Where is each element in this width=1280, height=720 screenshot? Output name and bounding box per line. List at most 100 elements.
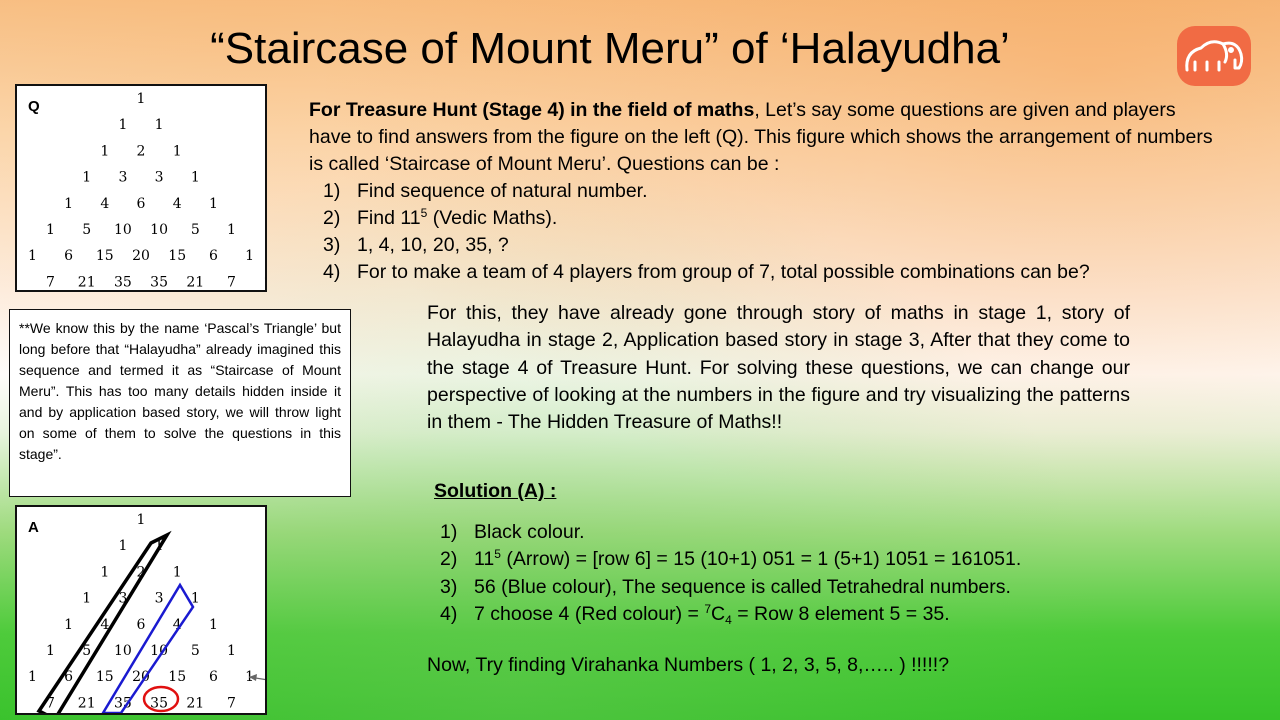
question-number: 2): [323, 207, 341, 229]
q-cell-r3-c3: 1: [173, 143, 182, 159]
a-cell-r1-c1: 1: [137, 512, 146, 528]
a-cell-r4-c3: 3: [155, 591, 164, 607]
answer-text: 7 choose 4 (Red colour) =: [474, 602, 705, 625]
q-cell-r7-c4: 20: [132, 248, 150, 264]
q-cell-r1-c1: 1: [137, 91, 146, 107]
q-cell-r8-c6: 21: [186, 274, 204, 290]
question-number: 4): [323, 261, 341, 283]
question-item: 1) Find sequence of natural number.: [309, 178, 1219, 205]
explanation-paragraph: For this, they have already gone through…: [427, 302, 1130, 434]
q-cell-r8-c3: 21: [78, 274, 96, 290]
a-cell-r8-c7: 7: [227, 695, 236, 711]
q-cell-r7-c1: 1: [28, 248, 37, 264]
question-item: 3) 1, 4, 10, 20, 35, ?: [309, 232, 1219, 259]
intro-paragraph: For Treasure Hunt (Stage 4) in the field…: [309, 97, 1219, 178]
a-cell-r7-c5: 15: [168, 669, 186, 685]
closing-line: Now, Try finding Virahanka Numbers ( 1, …: [427, 654, 950, 676]
a-cell-r8-c8: 1: [263, 695, 265, 711]
answer-number: 2): [440, 548, 458, 571]
answer-item: 3) 56 (Blue colour), The sequence is call…: [440, 574, 1160, 601]
q-cell-r8-c1: 1: [17, 274, 19, 290]
pascal-triangle-a: 1111211331146411510105116152015611721353…: [17, 512, 265, 713]
q-cell-r2-c1: 1: [118, 117, 127, 133]
a-cell-r4-c1: 1: [82, 591, 91, 607]
question-list: 1) Find sequence of natural number. 2) Fin…: [309, 178, 1219, 286]
slide-title: “Staircase of Mount Meru” of ‘Halayudha’: [210, 24, 1010, 73]
a-cell-r6-c6: 1: [227, 643, 236, 659]
a-cell-r7-c6: 6: [209, 669, 218, 685]
intro-block: For Treasure Hunt (Stage 4) in the field…: [309, 97, 1219, 286]
a-cell-r8-c1: 1: [17, 695, 19, 711]
q-cell-r6-c1: 1: [46, 222, 55, 238]
a-cell-r6-c5: 5: [191, 643, 200, 659]
elephant-logo: [1177, 26, 1251, 86]
q-cell-r3-c2: 2: [137, 143, 146, 159]
q-cell-r8-c4: 35: [114, 274, 132, 290]
q-cell-r6-c4: 10: [150, 222, 168, 238]
question-text: 1, 4, 10, 20, 35, ?: [357, 234, 509, 256]
q-cell-r8-c7: 7: [227, 274, 236, 290]
q-cell-r5-c5: 1: [209, 196, 218, 212]
question-text-tail: (Vedic Maths).: [427, 207, 558, 229]
figure-q: Q 11112113311464115101051161520156117213…: [15, 84, 267, 292]
answer-item: 4) 7 choose 4 (Red colour) = 7C4 = Row 8 …: [440, 601, 1160, 628]
a-cell-r6-c3: 10: [114, 643, 132, 659]
a-cell-r3-c1: 1: [100, 564, 109, 580]
question-item: 4) For to make a team of 4 players from g…: [309, 259, 1219, 286]
question-text: Find 11: [357, 207, 421, 229]
q-cell-r8-c8: 1: [263, 274, 265, 290]
q-cell-r4-c4: 1: [191, 170, 200, 186]
q-cell-r7-c6: 6: [209, 248, 218, 264]
question-number: 3): [323, 234, 341, 256]
answer-item: 2) 115 (Arrow) = [row 6] = 15 (10+1) 051 …: [440, 546, 1160, 573]
question-item: 2) Find 115 (Vedic Maths).: [309, 205, 1219, 232]
pascal-triangle-q: 1111211331146411510105116152015611721353…: [17, 91, 265, 290]
q-cell-r7-c3: 15: [96, 248, 114, 264]
question-text: Find sequence of natural number.: [357, 180, 648, 202]
a-cell-r3-c3: 1: [173, 564, 182, 580]
a-cell-r2-c1: 1: [118, 538, 127, 554]
q-cell-r5-c3: 6: [137, 196, 146, 212]
q-cell-r7-c7: 1: [245, 248, 254, 264]
q-cell-r6-c3: 10: [114, 222, 132, 238]
pascal-note: **We know this by the name ‘Pascal’s Tri…: [9, 309, 351, 497]
answer-superscript: 5: [494, 547, 501, 562]
answer-text: 11: [474, 548, 495, 571]
q-cell-r3-c1: 1: [100, 143, 109, 159]
a-cell-r5-c3: 6: [137, 617, 146, 633]
q-cell-r4-c3: 3: [155, 170, 164, 186]
figure-a: A 11112113311464115101051161520156117213…: [15, 505, 267, 715]
q-cell-r7-c5: 15: [168, 248, 186, 264]
q-cell-r6-c5: 5: [191, 222, 200, 238]
q-cell-r7-c2: 6: [64, 248, 73, 264]
answer-number: 4): [440, 602, 458, 625]
question-number: 1): [323, 180, 341, 202]
q-cell-r8-c5: 35: [150, 274, 168, 290]
answer-number: 3): [440, 575, 458, 598]
answer-combination-symbol: C: [711, 602, 726, 625]
q-cell-r5-c1: 1: [64, 196, 73, 212]
q-cell-r2-c2: 1: [155, 117, 164, 133]
q-cell-r5-c4: 4: [173, 196, 182, 212]
answer-text: 56 (Blue colour), The sequence is called…: [474, 575, 1011, 598]
solution-heading: Solution (A) :: [434, 480, 557, 502]
answer-item: 1) Black colour.: [440, 519, 1160, 546]
a-cell-r6-c1: 1: [46, 643, 55, 659]
answer-text: Black colour.: [474, 521, 585, 543]
question-text: For to make a team of 4 players from gro…: [357, 261, 1090, 283]
q-cell-r6-c2: 5: [82, 222, 91, 238]
q-cell-r8-c2: 7: [46, 274, 55, 290]
a-cell-r8-c3: 21: [78, 695, 96, 711]
answer-number: 1): [440, 521, 458, 543]
q-cell-r4-c2: 3: [118, 170, 127, 186]
answer-text-tail: (Arrow) = [row 6] = 15 (10+1) 051 = 1 (5…: [500, 548, 1022, 571]
answer-subscript: 4: [725, 612, 732, 627]
a-cell-r5-c1: 1: [64, 617, 73, 633]
a-cell-r7-c1: 1: [28, 669, 37, 685]
answer-text-tail: = Row 8 element 5 = 35.: [731, 602, 950, 625]
a-cell-r8-c6: 21: [186, 695, 204, 711]
a-cell-r5-c5: 1: [209, 617, 218, 633]
q-cell-r5-c2: 4: [100, 196, 109, 212]
q-cell-r4-c1: 1: [82, 170, 91, 186]
a-cell-r7-c3: 15: [96, 669, 114, 685]
